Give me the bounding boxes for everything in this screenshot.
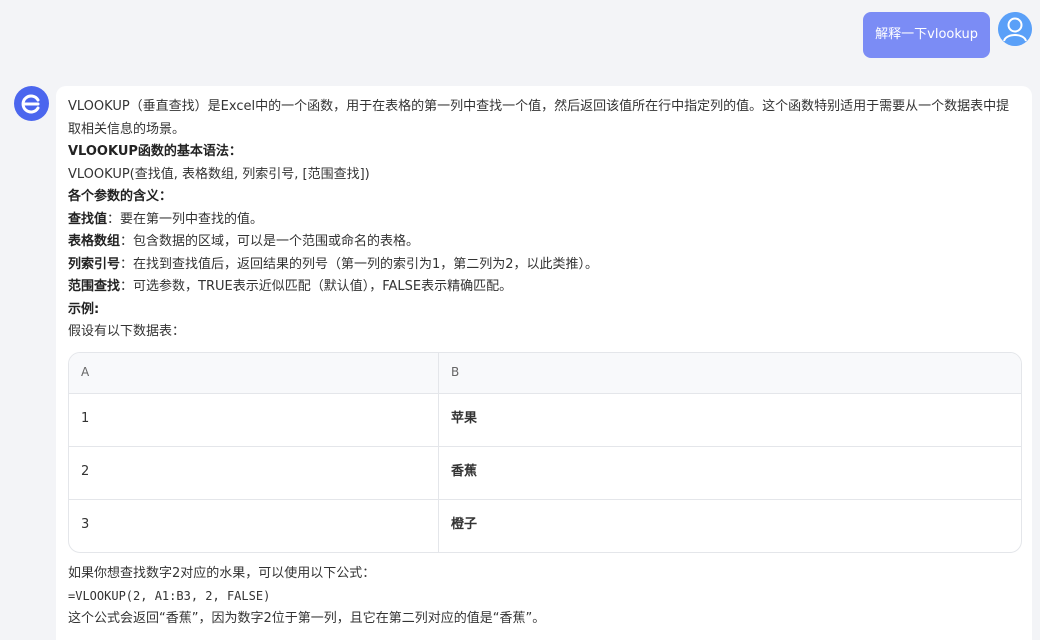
param-term: 范围查找 <box>68 279 121 294</box>
example-data-table: A B 1 苹果 2 香蕉 3 橙子 <box>68 351 1022 553</box>
param-term: 列索引号 <box>68 256 121 272</box>
param-item: 表格数组：包含数据的区域，可以是一个范围或命名的表格。 <box>68 231 1020 254</box>
syntax-text: VLOOKUP(查找值, 表格数组, 列索引号, [范围查找]) <box>68 166 370 182</box>
chat-page: 解释一下vlookup VLOOKUP（垂直查找）是Excel中的一个函数，用于… <box>0 0 1040 640</box>
table-cell: 2 <box>69 445 439 499</box>
assistant-logo-icon <box>21 94 39 113</box>
param-item: 列索引号：在找到查找值后，返回结果的列号（第一列的索引为1，第二列为2，以此类推… <box>68 254 1020 277</box>
param-desc: ：包含数据的区域，可以是一个范围或命名的表格。 <box>120 234 420 249</box>
user-message-bubble: 解释一下vlookup <box>863 12 990 58</box>
assistant-message-card: VLOOKUP（垂直查找）是Excel中的一个函数，用于在表格的第一列中查找一个… <box>56 86 1032 640</box>
intro-paragraph: VLOOKUP（垂直查找）是Excel中的一个函数，用于在表格的第一列中查找一个… <box>68 99 1010 137</box>
example-intro: 假设有以下数据表： <box>68 324 186 339</box>
table-header-cell: B <box>438 352 1021 393</box>
user-message-row: 解释一下vlookup <box>863 12 1032 58</box>
table-cell: 橙子 <box>438 498 1021 552</box>
table-row: 1 苹果 <box>69 392 1021 446</box>
param-desc: ：要在第一列中查找的值。 <box>107 211 264 227</box>
syntax-heading: VLOOKUP函数的基本语法： <box>68 144 242 159</box>
table-header-row: A B <box>69 352 1021 393</box>
table-cell: 3 <box>69 498 439 552</box>
user-icon <box>998 12 1032 46</box>
assistant-avatar <box>14 86 49 121</box>
table-cell: 苹果 <box>438 392 1021 446</box>
param-term: 查找值 <box>68 211 108 227</box>
conclusion-text: 这个公式会返回“香蕉”，因为数字2位于第一列，且它在第二列对应的值是“香蕉”。 <box>68 610 546 626</box>
table-cell: 香蕉 <box>438 445 1021 499</box>
table-cell: 1 <box>69 392 439 446</box>
param-item: 查找值：要在第一列中查找的值。 <box>68 209 1020 232</box>
table-row: 3 橙子 <box>69 498 1021 552</box>
param-term: 表格数组 <box>68 234 121 249</box>
table-row: 2 香蕉 <box>69 445 1021 499</box>
table-header-cell: A <box>69 352 439 393</box>
params-heading: 各个参数的含义： <box>68 189 173 204</box>
param-desc: ：可选参数，TRUE表示近似匹配（默认值），FALSE表示精确匹配。 <box>120 279 513 294</box>
example-heading: 示例: <box>68 301 100 317</box>
formula-code: =VLOOKUP(2, A1:B3, 2, FALSE) <box>68 589 271 603</box>
user-avatar[interactable] <box>998 12 1032 46</box>
formula-intro: 如果你想查找数字2对应的水果，可以使用以下公式： <box>68 565 376 581</box>
param-desc: ：在找到查找值后，返回结果的列号（第一列的索引为1，第二列为2，以此类推）。 <box>120 256 599 272</box>
param-item: 范围查找：可选参数，TRUE表示近似匹配（默认值），FALSE表示精确匹配。 <box>68 276 1020 299</box>
